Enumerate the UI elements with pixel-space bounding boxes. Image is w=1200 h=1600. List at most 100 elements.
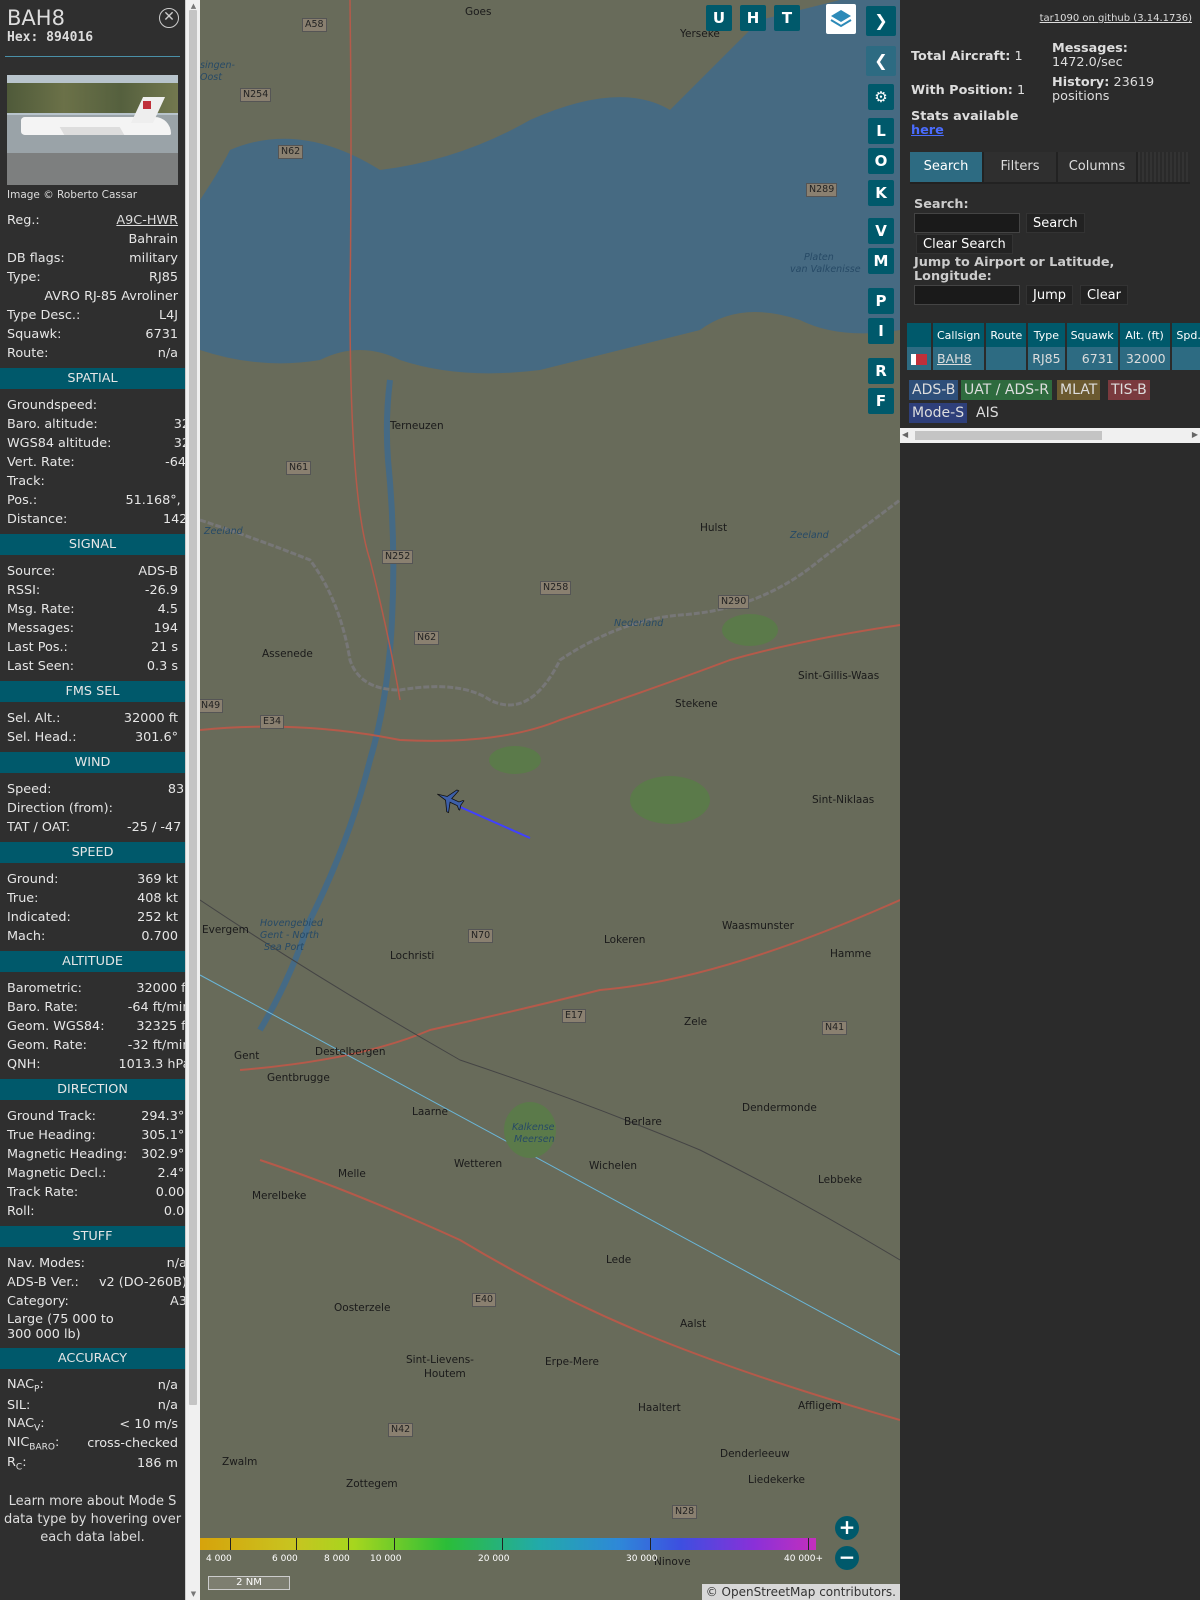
github-link[interactable]: tar1090 on github (3.14.1736): [1040, 13, 1192, 24]
aircraft-photo[interactable]: [7, 75, 178, 185]
scroll-right-icon[interactable]: ▶: [1192, 430, 1198, 439]
source-badge-uat-ads-r[interactable]: UAT / ADS-R: [961, 380, 1052, 400]
chevron-left-icon[interactable]: ❮: [866, 46, 896, 76]
with-position-label: With Position:: [911, 83, 1013, 98]
info-label-main: NIC: [7, 1435, 30, 1451]
info-label: Barometric:: [7, 981, 82, 996]
aircraft-plane-icon[interactable]: [432, 783, 467, 816]
map-button-h[interactable]: H: [740, 5, 766, 31]
source-badge-mode-s[interactable]: Mode-S: [909, 403, 968, 423]
info-value: 2°: [120, 799, 185, 818]
info-label: Baro. altitude:: [7, 417, 98, 432]
info-label: True:: [7, 891, 39, 906]
info-value: A3: [169, 1294, 185, 1309]
jump-button[interactable]: Jump: [1026, 285, 1073, 305]
tab-columns[interactable]: Columns: [1058, 152, 1136, 182]
close-icon[interactable]: ✕: [159, 8, 179, 28]
tab-search[interactable]: Search: [910, 152, 982, 182]
map-button-i[interactable]: I: [868, 318, 894, 344]
callsign-cell[interactable]: BAH8: [932, 347, 987, 370]
column-header[interactable]: Spd.: [1170, 323, 1200, 347]
info-row: Direction (from): 2°: [0, 799, 185, 818]
map-button-v[interactable]: V: [868, 218, 894, 244]
info-value: 305.1°: [141, 1128, 185, 1143]
map-button-t[interactable]: T: [774, 5, 800, 31]
table-hscrollbar[interactable]: ◀ ▶: [900, 428, 1200, 443]
place-label: Assenede: [262, 648, 313, 660]
map-button-m[interactable]: M: [868, 248, 894, 274]
map-button-k[interactable]: K: [868, 180, 894, 206]
search-input[interactable]: [914, 213, 1020, 233]
legend-label: 30 000: [626, 1554, 658, 1564]
source-badge-tis-b[interactable]: TIS-B: [1108, 380, 1150, 400]
info-row: Msg. Rate: 4.5: [0, 600, 185, 619]
info-row: Type Desc.: L4J: [0, 306, 185, 325]
map-button-p[interactable]: P: [868, 288, 894, 314]
zoom-out-icon[interactable]: −: [835, 1546, 859, 1570]
info-value: L4J: [158, 308, 178, 323]
info-label: Geom. Rate:: [7, 1038, 87, 1053]
info-row: RSSI: -26.9: [0, 581, 185, 600]
map-button-o[interactable]: O: [868, 148, 894, 174]
gear-icon[interactable]: ⚙: [868, 84, 894, 110]
search-button[interactable]: Search: [1026, 213, 1085, 233]
source-badge-ais[interactable]: AIS: [973, 403, 1002, 423]
info-label: Route:: [7, 346, 49, 361]
map-button-r[interactable]: R: [868, 358, 894, 384]
tab-filters[interactable]: Filters: [984, 152, 1056, 182]
area-label: Zeeland: [204, 526, 243, 537]
road-shield: N62: [414, 631, 440, 645]
scroll-down-icon[interactable]: ▼: [186, 1588, 201, 1600]
column-header[interactable]: [907, 323, 933, 347]
info-row: True: 408 kt: [0, 889, 185, 908]
info-label: SIL:: [7, 1397, 31, 1413]
forest-4: [722, 614, 778, 646]
squawk-cell: 6731: [1065, 347, 1120, 370]
place-label: Hulst: [700, 522, 728, 534]
legend-tick: [394, 1538, 395, 1550]
scroll-left-icon[interactable]: ◀: [902, 430, 908, 439]
column-header[interactable]: Alt. (ft): [1118, 323, 1172, 347]
map-view[interactable]: Goes Yerseke Terneuzen Hulst Assenede Stekene…: [200, 0, 900, 1600]
legend-label: 8 000: [324, 1554, 350, 1564]
aircraft-header: BAH8 Hex: 894016 ✕: [0, 0, 185, 56]
info-label: Reg.:: [7, 213, 40, 228]
map-button-u[interactable]: U: [706, 5, 732, 31]
chevron-right-icon[interactable]: ❯: [866, 6, 896, 36]
jump-input[interactable]: [914, 285, 1020, 305]
column-header[interactable]: Callsign: [932, 323, 987, 347]
clear-search-button[interactable]: Clear Search: [916, 234, 1013, 254]
place-label: Zwalm: [222, 1456, 258, 1468]
route-cell: [985, 347, 1029, 370]
info-value: < 10 m/s: [119, 1416, 178, 1432]
area-label: Zeeland: [790, 530, 829, 541]
scrollbar-thumb[interactable]: [189, 10, 197, 1405]
registration-link[interactable]: A9C-HWR: [99, 211, 185, 230]
column-header[interactable]: Type: [1027, 323, 1067, 347]
basic-info-table: Reg.: A9C-HWR Bahrain DB flags: military Type…: [0, 211, 185, 363]
messages-value: 1472.0/sec: [1052, 55, 1123, 70]
aircraft-table-wrap: Callsign Route Type Squawk Alt. (ft) Spd. BAH…: [907, 323, 1200, 370]
stats-link[interactable]: here: [911, 123, 944, 138]
clear-button[interactable]: Clear: [1080, 285, 1128, 305]
table-row[interactable]: BAH8 RJ85 6731 32000: [907, 347, 1200, 370]
place-label: Terneuzen: [390, 420, 444, 432]
column-header[interactable]: Route: [985, 323, 1029, 347]
section-header-accuracy: ACCURACY: [0, 1348, 185, 1369]
info-row: Last Seen: 0.3 s: [0, 657, 185, 676]
info-row: Sel. Head.: 301.6°: [0, 728, 185, 747]
column-header[interactable]: Squawk: [1065, 323, 1120, 347]
map-button-l[interactable]: L: [868, 118, 894, 144]
section-table: NACP: n/a SIL: n/a NACV: < 10 m/s NICBARO: cros…: [0, 1376, 185, 1473]
source-badge-mlat[interactable]: MLAT: [1057, 380, 1101, 400]
osm-link[interactable]: OpenStreetMap: [722, 1585, 816, 1599]
sidebar-scrollbar[interactable]: ▲ ▼: [185, 0, 200, 1600]
info-row: RC: 186 m: [0, 1454, 185, 1474]
hscroll-thumb[interactable]: [915, 431, 1102, 440]
map-button-f[interactable]: F: [868, 388, 894, 414]
source-badge-ads-b[interactable]: ADS-B: [909, 380, 959, 400]
layers-icon[interactable]: [826, 4, 856, 34]
zoom-in-icon[interactable]: +: [835, 1516, 859, 1540]
aircraft-callsign: BAH8: [7, 6, 65, 30]
info-label: Direction (from):: [7, 801, 113, 816]
